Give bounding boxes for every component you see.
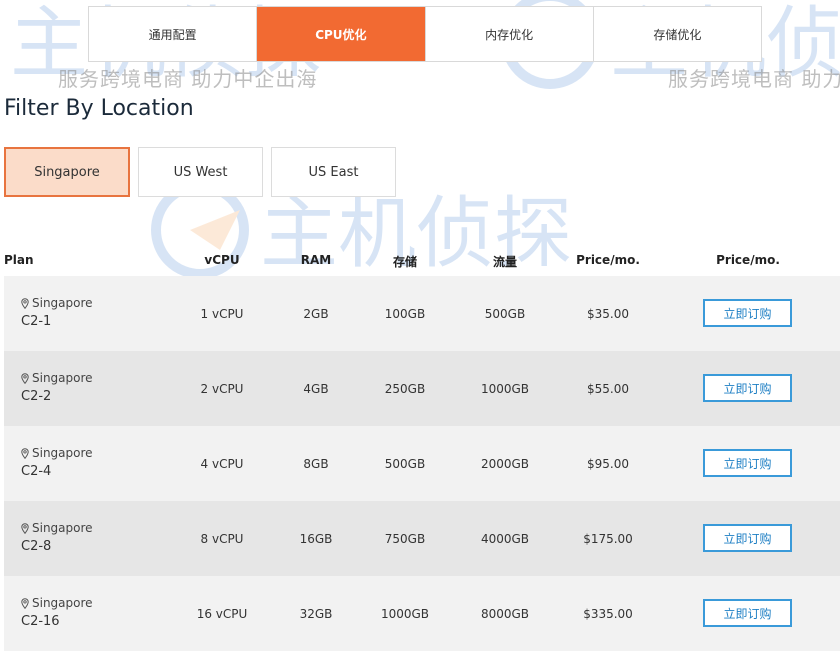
plan-cell: Singapore C2-4 <box>21 446 93 479</box>
storage-value: 100GB <box>384 306 426 321</box>
header-ram: RAM <box>300 253 332 267</box>
plan-cell: Singapore C2-16 <box>21 596 93 629</box>
location-us-west-button[interactable]: US West <box>138 147 263 197</box>
order-now-button[interactable]: 立即订购 <box>703 524 792 552</box>
ram-value: 8GB <box>303 456 329 471</box>
vcpu-value: 8 vCPU <box>200 531 244 546</box>
traffic-value: 1000GB <box>480 381 530 396</box>
plan-name: C2-8 <box>21 539 52 554</box>
header-price-action: Price/mo. <box>716 253 780 267</box>
ram-value: 4GB <box>303 381 329 396</box>
price-value: $55.00 <box>587 381 629 396</box>
table-row: Singapore C2-1 1 vCPU 2GB 100GB 500GB $3… <box>4 276 840 351</box>
tab-general[interactable]: 通用配置 <box>89 7 258 61</box>
plan-location-label: Singapore <box>32 446 93 460</box>
plan-cell: Singapore C2-2 <box>21 371 93 404</box>
table-row: Singapore C2-16 16 vCPU 32GB 1000GB 8000… <box>4 576 840 651</box>
vcpu-value: 1 vCPU <box>200 306 244 321</box>
plan-location-label: Singapore <box>32 596 93 610</box>
table-header: Plan vCPU RAM 存储 流量 Price/mo. Price/mo. <box>4 250 840 276</box>
location-pin-icon <box>21 372 29 384</box>
location-pin-icon <box>21 597 29 609</box>
plan-location: Singapore <box>21 521 93 535</box>
header-price: Price/mo. <box>576 253 640 267</box>
plan-location-label: Singapore <box>32 371 93 385</box>
vcpu-value: 4 vCPU <box>200 456 244 471</box>
plan-name: C2-2 <box>21 389 52 404</box>
header-vcpu: vCPU <box>204 253 240 267</box>
location-filter: Singapore US West US East <box>4 147 396 197</box>
order-now-button[interactable]: 立即订购 <box>703 374 792 402</box>
traffic-value: 8000GB <box>480 606 530 621</box>
location-pin-icon <box>21 447 29 459</box>
location-pin-icon <box>21 522 29 534</box>
storage-value: 750GB <box>384 531 426 546</box>
price-value: $35.00 <box>587 306 629 321</box>
plan-location: Singapore <box>21 371 93 385</box>
header-traffic: 流量 <box>492 255 517 269</box>
table-row: Singapore C2-4 4 vCPU 8GB 500GB 2000GB $… <box>4 426 840 501</box>
vcpu-value: 16 vCPU <box>196 606 248 621</box>
header-storage: 存储 <box>392 255 417 269</box>
ram-value: 16GB <box>299 531 333 546</box>
tab-memory-optimized[interactable]: 内存优化 <box>426 7 594 61</box>
tab-storage-optimized[interactable]: 存储优化 <box>594 7 761 61</box>
location-us-east-button[interactable]: US East <box>271 147 396 197</box>
tab-cpu-optimized[interactable]: CPU优化 <box>257 7 426 61</box>
traffic-value: 2000GB <box>480 456 530 471</box>
watermark-slogan: 服务跨境电商 助力中企出海 <box>668 67 840 91</box>
location-pin-icon <box>21 297 29 309</box>
storage-value: 250GB <box>384 381 426 396</box>
pricing-table: Plan vCPU RAM 存储 流量 Price/mo. Price/mo. … <box>4 250 840 651</box>
plan-location-label: Singapore <box>32 521 93 535</box>
price-value: $335.00 <box>583 606 633 621</box>
table-row: Singapore C2-8 8 vCPU 16GB 750GB 4000GB … <box>4 501 840 576</box>
watermark-slogan: 服务跨境电商 助力中企出海 <box>58 67 318 91</box>
plan-location-label: Singapore <box>32 296 93 310</box>
traffic-value: 500GB <box>484 306 526 321</box>
plan-location: Singapore <box>21 296 93 310</box>
order-now-button[interactable]: 立即订购 <box>703 299 792 327</box>
traffic-value: 4000GB <box>480 531 530 546</box>
storage-value: 500GB <box>384 456 426 471</box>
ram-value: 2GB <box>303 306 329 321</box>
plan-cell: Singapore C2-8 <box>21 521 93 554</box>
filter-title: Filter By Location <box>4 96 194 121</box>
vcpu-value: 2 vCPU <box>200 381 244 396</box>
table-row: Singapore C2-2 2 vCPU 4GB 250GB 1000GB $… <box>4 351 840 426</box>
plan-category-tabs: 通用配置 CPU优化 内存优化 存储优化 <box>88 6 762 62</box>
plan-name: C2-4 <box>21 464 52 479</box>
plan-name: C2-16 <box>21 614 60 629</box>
ram-value: 32GB <box>299 606 333 621</box>
order-now-button[interactable]: 立即订购 <box>703 599 792 627</box>
plan-location: Singapore <box>21 446 93 460</box>
location-singapore-button[interactable]: Singapore <box>4 147 130 197</box>
header-plan: Plan <box>4 253 34 267</box>
plan-cell: Singapore C2-1 <box>21 296 93 329</box>
plan-name: C2-1 <box>21 314 52 329</box>
plan-location: Singapore <box>21 596 93 610</box>
price-value: $175.00 <box>583 531 633 546</box>
price-value: $95.00 <box>587 456 629 471</box>
order-now-button[interactable]: 立即订购 <box>703 449 792 477</box>
storage-value: 1000GB <box>380 606 430 621</box>
